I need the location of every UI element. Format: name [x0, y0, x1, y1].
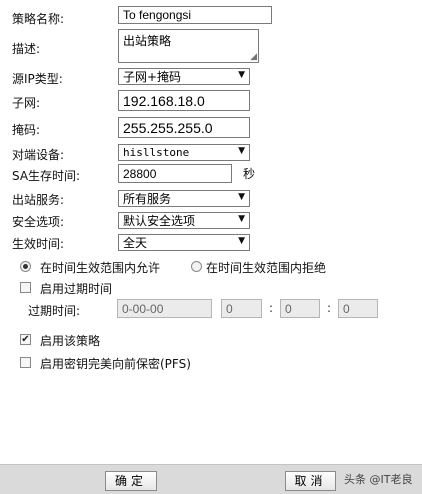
enable-expiry-label: 启用过期时间	[40, 282, 113, 296]
cancel-button[interactable]: 取消	[285, 471, 336, 491]
pfs-label: 启用密钥完美向前保密(PFS)	[40, 357, 191, 371]
outbound-service-select[interactable]: 所有服务 ▼	[118, 190, 250, 207]
sa-lifetime-label: SA生存时间:	[12, 169, 81, 183]
sa-lifetime-unit: 秒	[243, 167, 256, 181]
expiry-second-input[interactable]: 0	[338, 299, 378, 318]
effective-time-select[interactable]: 全天 ▼	[118, 234, 250, 251]
peer-device-label: 对端设备:	[12, 148, 65, 162]
description-textarea[interactable]: 出站策略 ◢	[118, 29, 259, 63]
effective-time-value: 全天	[123, 236, 148, 250]
time-separator: :	[269, 301, 274, 315]
enable-expiry-checkbox[interactable]	[20, 282, 31, 293]
subnet-input[interactable]: 192.168.18.0	[118, 90, 250, 111]
chevron-down-icon: ▼	[238, 214, 245, 224]
source-ip-type-value: 子网+掩码	[123, 70, 182, 84]
peer-device-select[interactable]: hisllstone ▼	[118, 144, 250, 161]
expiry-hour-input[interactable]: 0	[221, 299, 262, 318]
sa-lifetime-input[interactable]: 28800	[118, 164, 232, 183]
watermark: 头条 @IT老良	[344, 473, 413, 486]
security-option-label: 安全选项:	[12, 215, 65, 229]
peer-device-value: hisllstone	[123, 146, 190, 159]
security-option-value: 默认安全选项	[123, 214, 196, 228]
mask-label: 掩码:	[12, 123, 41, 137]
chevron-down-icon: ▼	[238, 236, 245, 246]
security-option-select[interactable]: 默认安全选项 ▼	[118, 212, 250, 229]
deny-radio[interactable]	[191, 261, 202, 272]
ok-button[interactable]: 确定	[105, 471, 157, 491]
time-separator: :	[327, 301, 332, 315]
description-label: 描述:	[12, 42, 41, 56]
pfs-checkbox[interactable]	[20, 357, 31, 368]
subnet-label: 子网:	[12, 96, 41, 110]
chevron-down-icon: ▼	[238, 146, 245, 156]
expiry-minute-input[interactable]: 0	[280, 299, 320, 318]
policy-name-input[interactable]: To fengongsi	[118, 6, 272, 24]
policy-name-label: 策略名称:	[12, 12, 65, 26]
chevron-down-icon: ▼	[238, 192, 245, 202]
mask-input[interactable]: 255.255.255.0	[118, 117, 250, 138]
outbound-service-value: 所有服务	[123, 192, 172, 206]
description-text: 出站策略	[123, 34, 172, 48]
chevron-down-icon: ▼	[238, 70, 245, 80]
allow-radio-label: 在时间生效范围内允许	[40, 261, 161, 275]
effective-time-label: 生效时间:	[12, 237, 65, 251]
enable-policy-label: 启用该策略	[40, 334, 101, 348]
expiry-date-input[interactable]: 0-00-00	[117, 299, 212, 318]
allow-radio[interactable]	[20, 261, 31, 272]
outbound-service-label: 出站服务:	[12, 193, 65, 207]
expiry-time-label: 过期时间:	[28, 304, 81, 318]
source-ip-type-select[interactable]: 子网+掩码 ▼	[118, 68, 250, 85]
resize-grip-icon[interactable]: ◢	[250, 52, 257, 62]
source-ip-type-label: 源IP类型:	[12, 72, 63, 86]
deny-radio-label: 在时间生效范围内拒绝	[206, 261, 327, 275]
enable-policy-checkbox[interactable]: ✔	[20, 334, 31, 345]
checkmark-icon: ✔	[21, 334, 30, 345]
